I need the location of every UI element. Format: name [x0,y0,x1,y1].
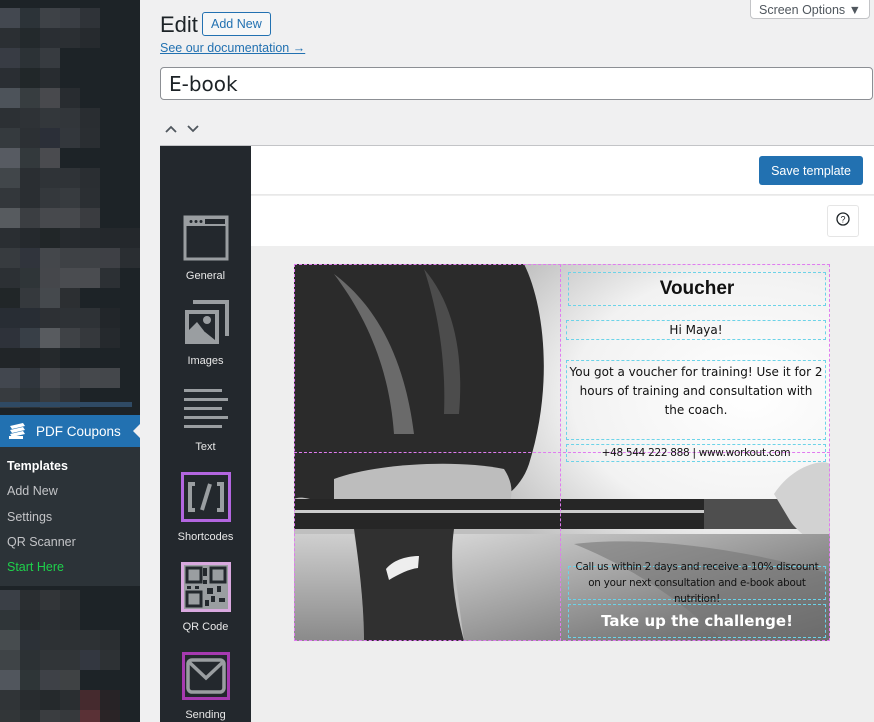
move-up-icon[interactable] [164,121,178,139]
blurred-menu-area [0,8,140,408]
envelope-icon [181,652,230,703]
voucher-contact[interactable]: +48 544 222 888 | www.workout.com [566,444,826,462]
move-down-icon[interactable] [186,121,200,139]
add-new-button[interactable]: Add New [202,12,271,36]
images-icon [183,300,229,349]
text-icon [183,386,229,435]
voucher-cta[interactable]: Take up the challenge! [568,604,826,638]
coupons-icon [0,422,36,440]
sidebar-item-pdf-coupons[interactable]: PDF Coupons [0,415,140,447]
submenu-settings[interactable]: Settings [0,506,140,531]
tool-images[interactable]: Images [160,300,251,367]
tool-qr-code[interactable]: QR Code [160,562,251,633]
voucher-body[interactable]: You got a voucher for training! Use it f… [566,360,826,440]
voucher-greeting[interactable]: Hi Maya! [566,320,826,340]
window-icon [183,215,229,264]
tool-shortcodes[interactable]: Shortcodes [160,472,251,543]
qr-code-icon [180,562,231,615]
help-button[interactable]: ? [827,205,859,237]
panel-move-controls [164,121,200,139]
screen-options-button[interactable]: Screen Options ▼ [750,0,870,19]
tool-sending[interactable]: Sending [160,652,251,721]
template-title-input[interactable] [160,67,873,100]
editor-tool-panel: General Images Text Shortcodes QR Code S… [160,146,251,722]
tool-text[interactable]: Text [160,386,251,453]
save-template-button[interactable]: Save template [759,156,863,185]
voucher-offer[interactable]: Call us within 2 days and receive a 10% … [568,561,826,605]
current-menu-arrow [133,424,140,438]
editor-toolbar: Save template [251,146,874,195]
tool-general[interactable]: General [160,215,251,282]
svg-text:?: ? [840,214,845,224]
blurred-separator [0,402,132,407]
pdf-coupons-submenu: Templates Add New Settings QR Scanner St… [0,447,140,586]
documentation-link[interactable]: See our documentation → [160,41,305,55]
submenu-start-here[interactable]: Start Here [0,556,140,581]
shortcode-icon [180,472,231,525]
admin-sidebar: PDF Coupons Templates Add New Settings Q… [0,0,140,722]
submenu-qr-scanner[interactable]: QR Scanner [0,531,140,556]
help-icon: ? [836,211,850,231]
submenu-add-new[interactable]: Add New [0,480,140,505]
sidebar-item-label: PDF Coupons [36,423,121,439]
submenu-templates[interactable]: Templates [0,455,140,480]
page-title: Edit [160,12,198,37]
voucher-canvas[interactable]: Voucher Hi Maya! You got a voucher for t… [294,264,830,641]
voucher-title[interactable]: Voucher [568,272,826,306]
editor-help-bar: ? [251,196,874,246]
blurred-menu-area-bottom [0,590,132,722]
